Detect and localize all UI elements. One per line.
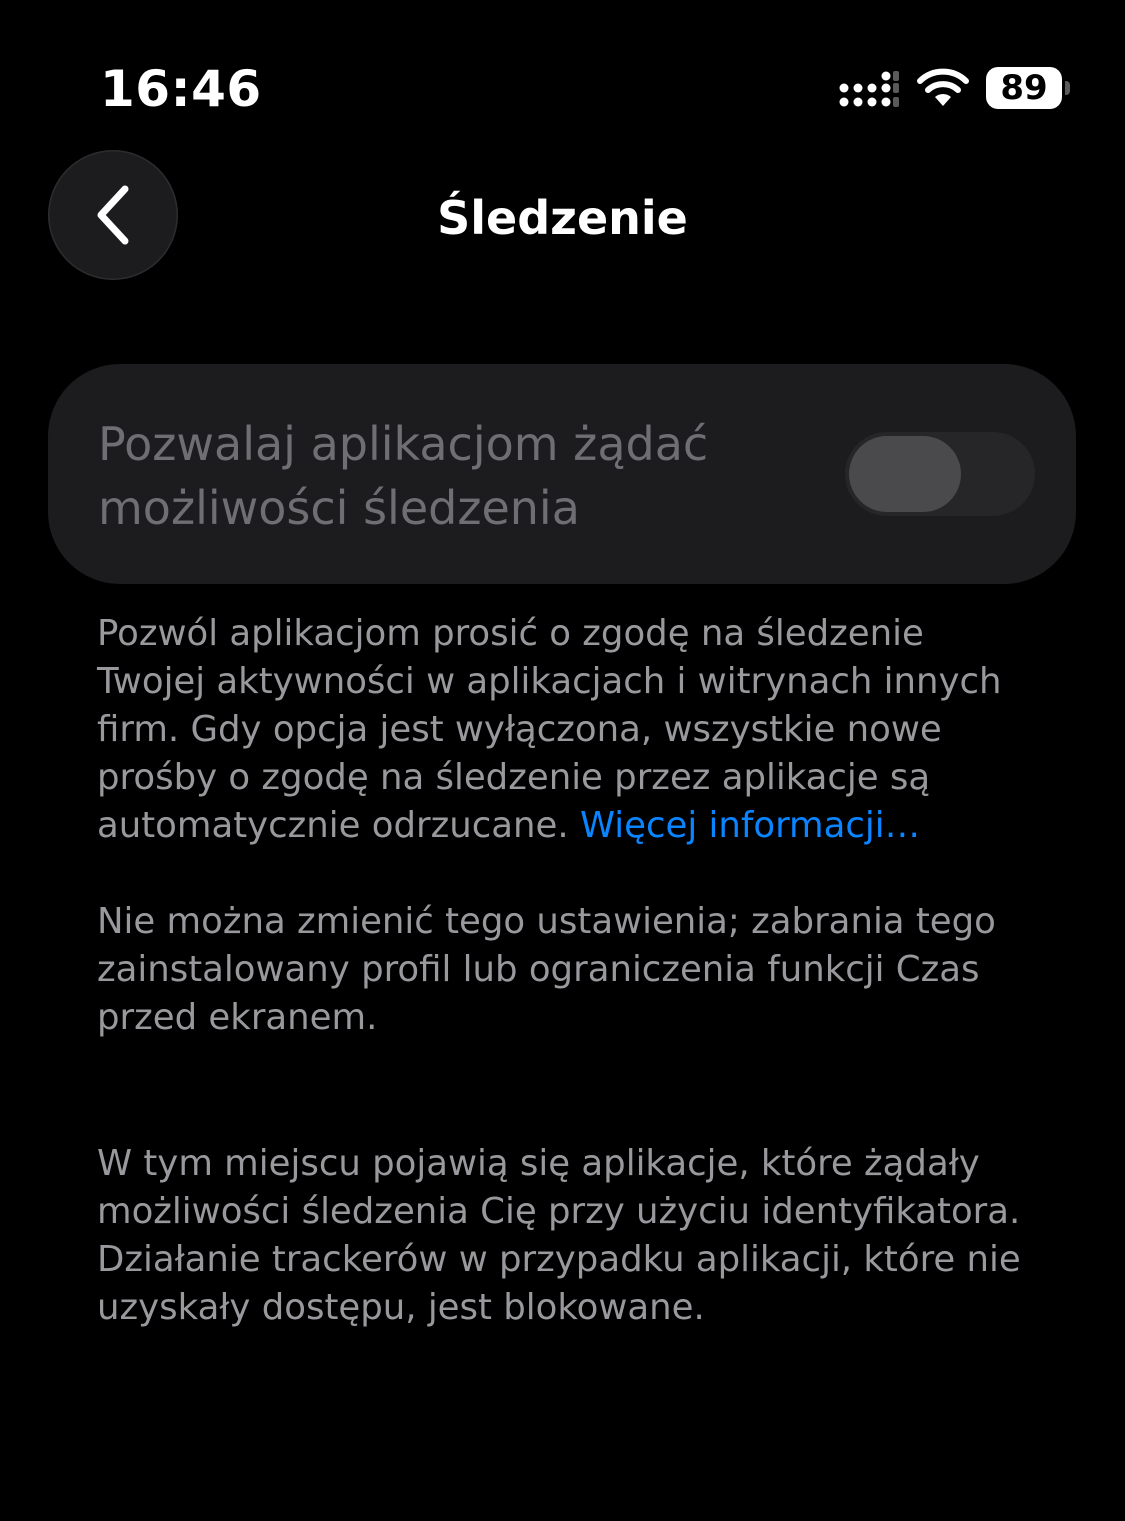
status-time: 16:46 — [100, 60, 262, 118]
page-title: Śledzenie — [437, 191, 688, 245]
cellular-signal-icon — [839, 71, 899, 107]
toggle-knob — [849, 436, 961, 512]
tracking-toggle-row: Pozwalaj aplikacjom żądać możliwości śle… — [48, 364, 1076, 584]
battery-icon: 89 — [986, 67, 1070, 109]
battery-cap — [1065, 81, 1070, 95]
battery-level: 89 — [986, 67, 1062, 109]
tracking-toggle-label: Pozwalaj aplikacjom żądać możliwości śle… — [98, 417, 709, 535]
more-info-link[interactable]: Więcej informacji… — [580, 805, 920, 846]
tracking-toggle-switch[interactable] — [845, 432, 1035, 516]
tracking-description: Pozwól aplikacjom prosić o zgodę na śled… — [97, 610, 1037, 850]
wifi-icon — [917, 68, 969, 106]
status-bar: 16:46 89 — [0, 0, 1125, 150]
apps-note: W tym miejscu pojawią się aplikacje, któ… — [97, 1143, 1021, 1328]
restriction-note: Nie można zmienić tego ustawienia; zabra… — [97, 901, 996, 1038]
